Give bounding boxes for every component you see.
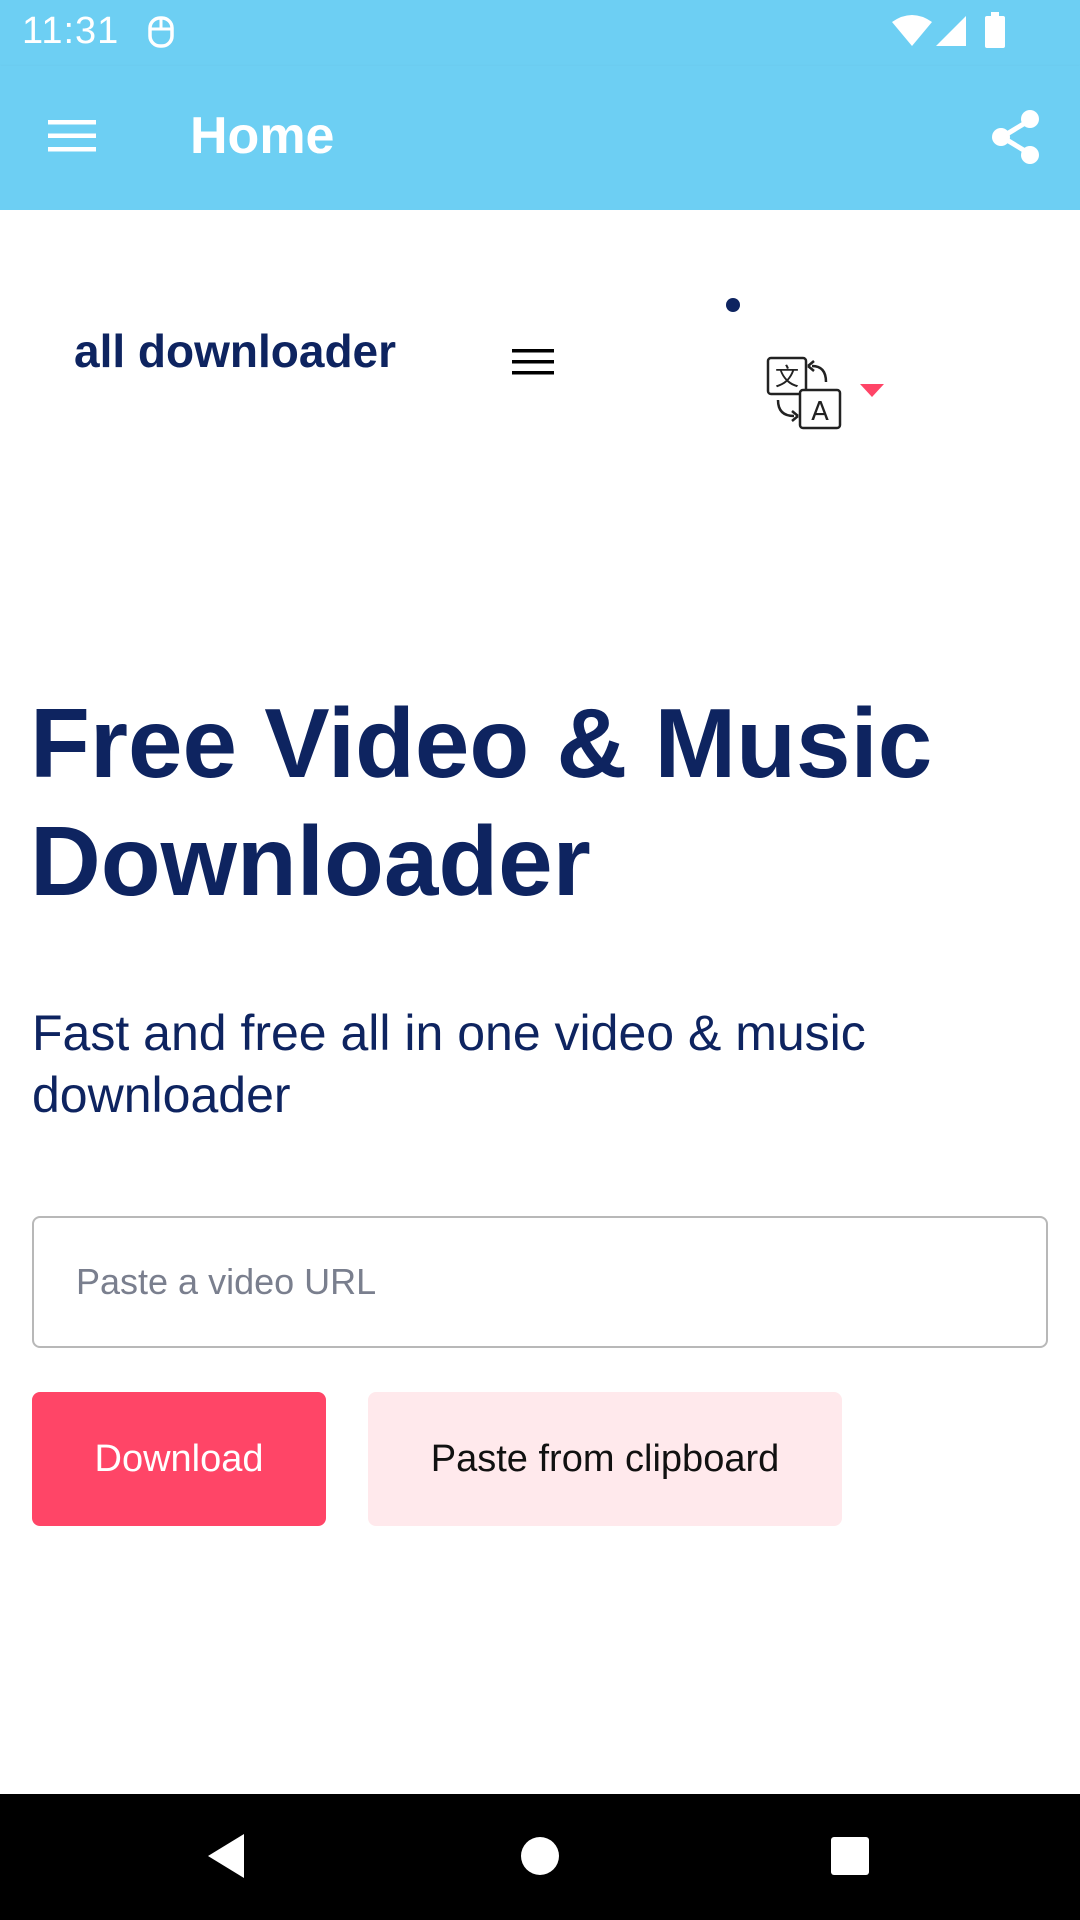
download-button[interactable]: Download — [32, 1392, 326, 1526]
site-logo[interactable]: all downloader — [74, 324, 396, 378]
svg-text:A: A — [811, 397, 829, 427]
app-bar-title: Home — [190, 107, 335, 165]
wifi-icon — [892, 15, 932, 46]
hero-title: Free Video & Music Downloader — [30, 688, 933, 916]
video-url-input[interactable] — [32, 1216, 1048, 1348]
recents-icon[interactable] — [830, 1836, 870, 1876]
signal-icon — [936, 16, 966, 46]
caret-down-icon — [860, 384, 884, 397]
status-bar: 11:31 — [0, 0, 1080, 66]
navigation-bar — [0, 1794, 1080, 1920]
paste-from-clipboard-button[interactable]: Paste from clipboard — [368, 1392, 842, 1526]
web-content: all downloader 文 A Free Video & Music Do… — [0, 210, 1080, 1794]
svg-text:文: 文 — [775, 363, 799, 391]
share-icon[interactable] — [988, 108, 1044, 166]
app-bar: Home — [0, 66, 1080, 210]
back-icon[interactable] — [204, 1832, 248, 1880]
site-hamburger-menu-icon[interactable] — [510, 346, 556, 378]
hamburger-menu-icon[interactable] — [46, 116, 98, 156]
home-icon[interactable] — [520, 1836, 560, 1876]
battery-icon — [985, 12, 1005, 48]
decorative-dot — [726, 298, 740, 312]
status-time: 11:31 — [22, 10, 120, 52]
hero-subtitle: Fast and free all in one video & music d… — [32, 1005, 866, 1123]
translate-icon: 文 A — [766, 356, 842, 430]
language-switcher[interactable]: 文 A — [764, 354, 888, 434]
notification-icon — [148, 16, 174, 48]
